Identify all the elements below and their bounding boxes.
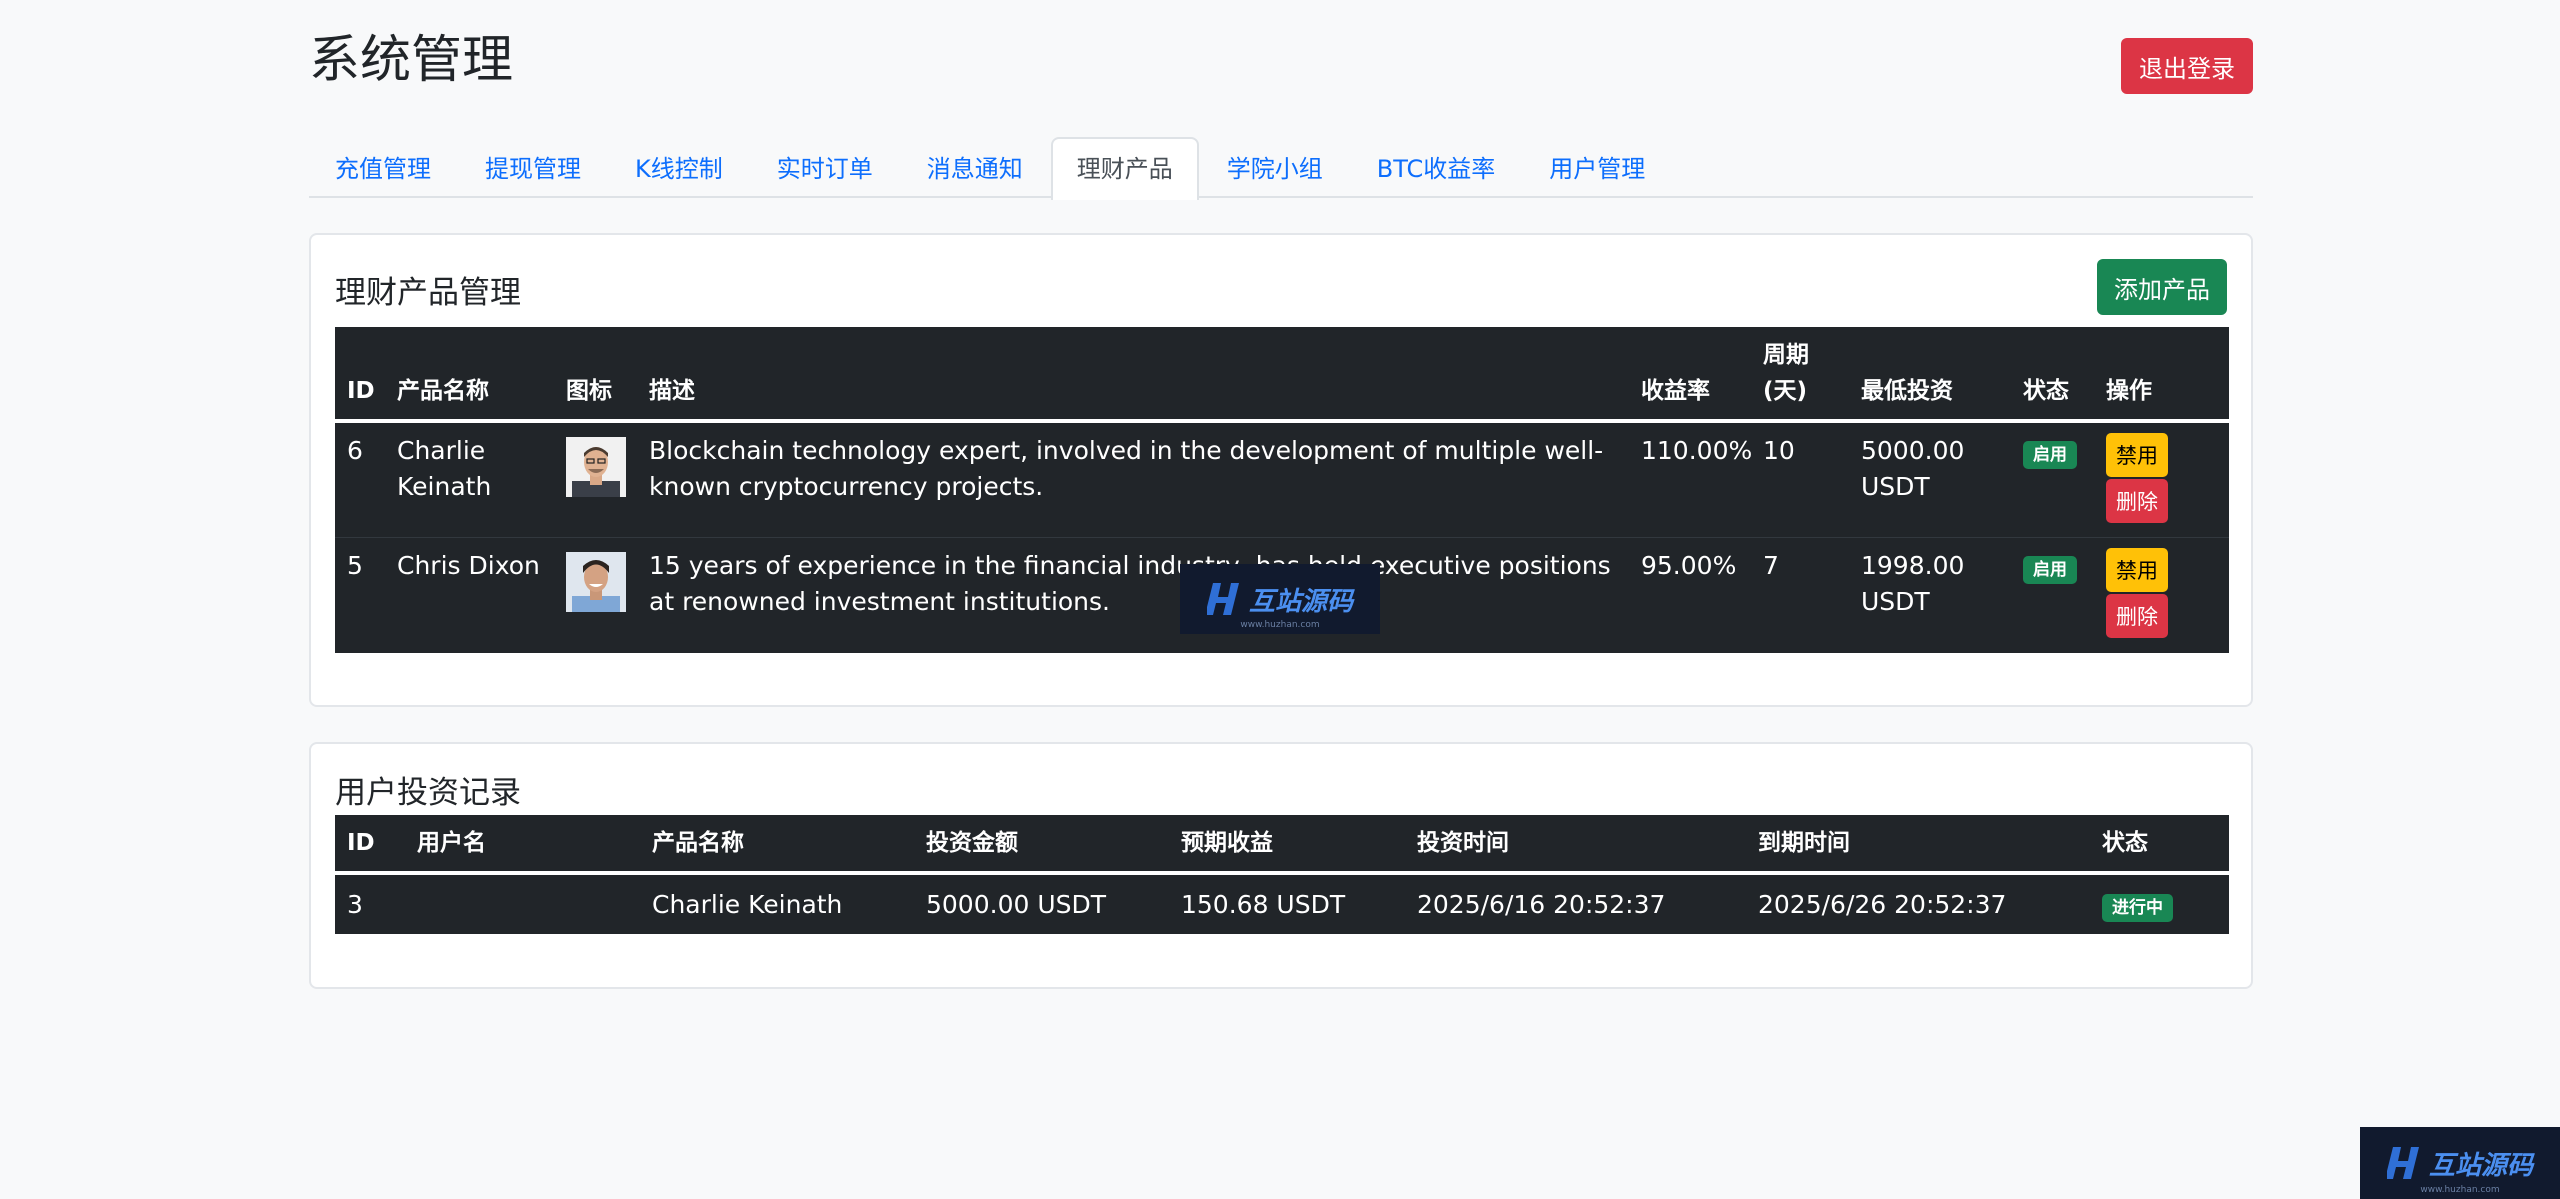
- watermark-h-icon: [1206, 583, 1239, 615]
- tab-withdraw[interactable]: 提现管理: [459, 137, 607, 198]
- col-name: 产品名称: [385, 327, 554, 423]
- watermark-text: 互站源码: [2428, 1150, 2533, 1181]
- col-expected: 预期收益: [1169, 815, 1405, 875]
- status-badge: 进行中: [2102, 893, 2173, 922]
- col-status: 状态: [2090, 815, 2229, 875]
- cell-name: Chris Dixon: [397, 550, 540, 580]
- col-invest-time: 投资时间: [1405, 815, 1746, 875]
- cell-id: 3: [347, 889, 363, 919]
- avatar-portrait-icon: [566, 437, 626, 497]
- investments-table: ID 用户名 产品名称 投资金额 预期收益 投资时间 到期时间 状态 3 Cha…: [335, 815, 2229, 934]
- cell-expire-time: 2025/6/26 20:52:37: [1758, 889, 2007, 919]
- delete-button[interactable]: 删除: [2106, 479, 2168, 523]
- watermark-logo: 互站源码 www.huzhan.com: [1180, 564, 1380, 634]
- delete-button[interactable]: 删除: [2106, 593, 2168, 638]
- tab-kline[interactable]: K线控制: [609, 137, 749, 198]
- cell-rate: 110.00%: [1629, 421, 1752, 538]
- tab-users[interactable]: 用户管理: [1523, 137, 1671, 198]
- disable-button[interactable]: 禁用: [2106, 547, 2168, 592]
- cell-id: 6: [335, 421, 385, 538]
- cell-id: 5: [347, 550, 363, 580]
- tab-academy[interactable]: 学院小组: [1201, 137, 1349, 198]
- col-username: 用户名: [405, 815, 640, 875]
- cell-product: Charlie Keinath: [652, 889, 843, 919]
- avatar-portrait-icon: [566, 551, 626, 612]
- col-period: 周期(天): [1751, 327, 1849, 423]
- col-id: ID: [335, 815, 405, 875]
- tab-products[interactable]: 理财产品: [1050, 137, 1199, 200]
- cell-period: 7: [1763, 550, 1779, 580]
- investments-card: 用户投资记录 ID 用户名 产品名称 投资金额 预期收益 投资时间 到期时间 状…: [309, 742, 2253, 989]
- avatar: [566, 551, 626, 612]
- col-actions: 操作: [2094, 327, 2229, 423]
- add-product-button[interactable]: 添加产品: [2097, 259, 2227, 315]
- watermark-logo: 互站源码 www.huzhan.com: [2360, 1127, 2560, 1199]
- cell-amount: 5000.00 USDT: [926, 889, 1107, 919]
- disable-button[interactable]: 禁用: [2106, 433, 2168, 477]
- products-title: 理财产品管理: [335, 275, 521, 311]
- tab-btc-yield[interactable]: BTC收益率: [1351, 137, 1521, 198]
- watermark-url: www.huzhan.com: [2420, 1185, 2500, 1195]
- watermark-url: www.huzhan.com: [1240, 620, 1320, 630]
- status-badge: 启用: [2023, 441, 2077, 469]
- watermark-text: 互站源码: [1248, 586, 1353, 617]
- page-title: 系统管理: [309, 31, 514, 90]
- cell-username: [405, 873, 640, 934]
- col-icon: 图标: [554, 327, 637, 423]
- cell-expected: 150.68 USDT: [1181, 889, 1346, 919]
- cell-invest-time: 2025/6/16 20:52:37: [1417, 889, 1666, 919]
- tab-orders[interactable]: 实时订单: [751, 137, 899, 198]
- col-min-invest: 最低投资: [1849, 327, 2011, 423]
- tab-notifications[interactable]: 消息通知: [901, 137, 1049, 198]
- col-amount: 投资金额: [914, 815, 1169, 875]
- cell-description: Blockchain technology expert, involved i…: [637, 421, 1629, 538]
- logout-button[interactable]: 退出登录: [2121, 38, 2253, 94]
- cell-rate: 95.00%: [1641, 550, 1737, 580]
- cell-min-invest: 1998.00 USDT: [1861, 550, 1965, 616]
- watermark-h-icon: [2386, 1147, 2419, 1179]
- products-card: 理财产品管理 添加产品 ID 产品名称 图标 描述 收益率 周期(天) 最低投资…: [309, 233, 2253, 707]
- tab-bar: 充值管理 提现管理 K线控制 实时订单 消息通知 理财产品 学院小组 BTC收益…: [309, 137, 2253, 200]
- status-badge: 启用: [2023, 555, 2077, 584]
- products-header-row: ID 产品名称 图标 描述 收益率 周期(天) 最低投资 状态 操作: [335, 327, 2229, 423]
- col-rate: 收益率: [1629, 327, 1751, 423]
- col-description: 描述: [637, 327, 1629, 423]
- table-row: 6 Charlie Keinath Blockchain technology …: [335, 421, 2229, 538]
- tab-recharge[interactable]: 充值管理: [309, 137, 457, 198]
- cell-period: 10: [1751, 421, 1849, 538]
- cell-description: 15 years of experience in the financial …: [649, 550, 1611, 616]
- col-expire-time: 到期时间: [1746, 815, 2090, 875]
- cell-name: Charlie Keinath: [385, 421, 554, 538]
- col-product: 产品名称: [640, 815, 914, 875]
- table-row: 3 Charlie Keinath 5000.00 USDT 150.68 US…: [335, 873, 2229, 934]
- investments-header-row: ID 用户名 产品名称 投资金额 预期收益 投资时间 到期时间 状态: [335, 815, 2229, 875]
- col-id: ID: [335, 327, 385, 423]
- cell-min-invest: 5000.00 USDT: [1849, 421, 2011, 538]
- col-status: 状态: [2011, 327, 2094, 423]
- avatar: [566, 437, 626, 497]
- investments-title: 用户投资记录: [335, 775, 521, 811]
